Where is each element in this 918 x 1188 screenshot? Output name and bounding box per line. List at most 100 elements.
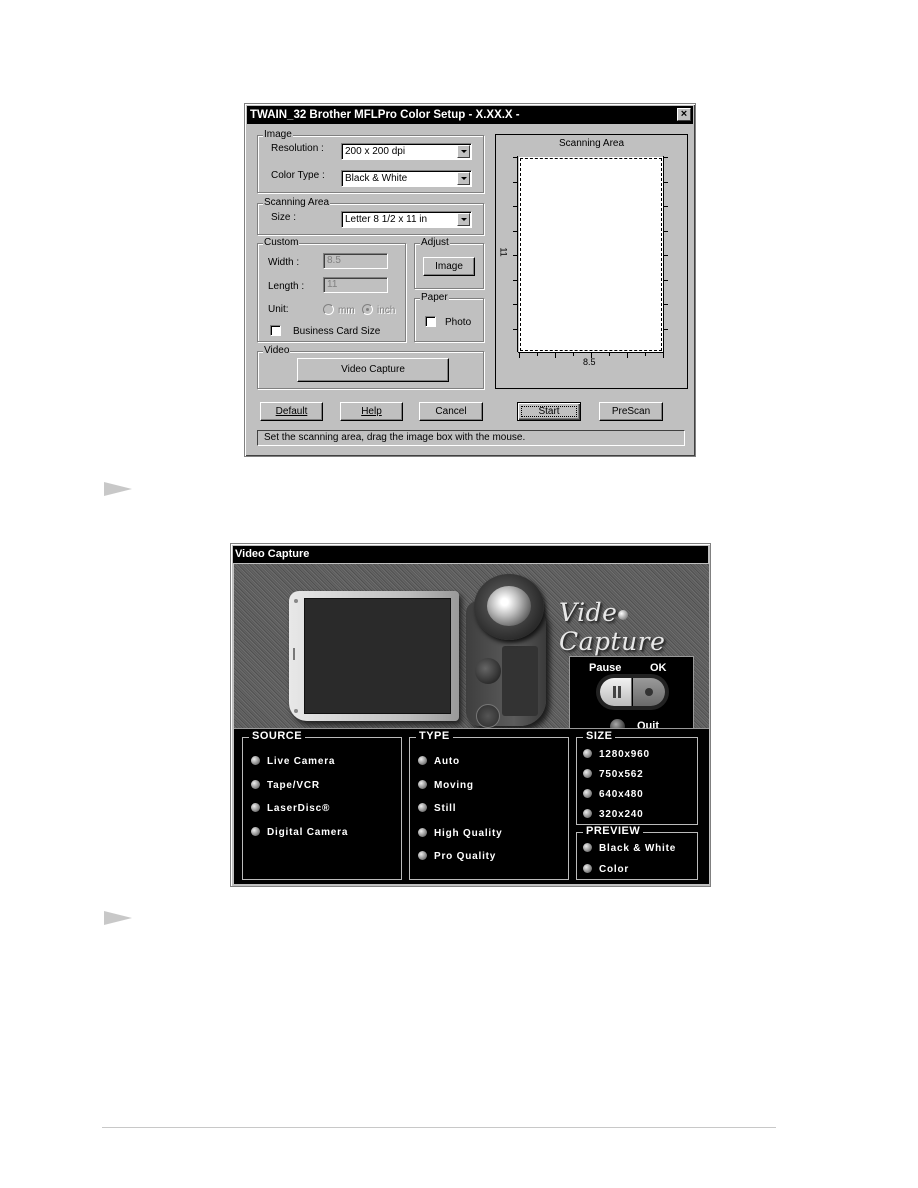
ruler-tick [645, 353, 646, 356]
adjust-group-label: Adjust [420, 237, 450, 249]
business-card-checkbox[interactable] [270, 325, 281, 336]
type-option-high-quality[interactable]: High Quality [418, 828, 503, 840]
source-option-digital-camera[interactable]: Digital Camera [251, 827, 348, 839]
vertical-ruler [513, 156, 518, 352]
photo-checkbox[interactable] [425, 316, 436, 327]
step-arrow-icon [104, 482, 132, 496]
source-option-laserdisc[interactable]: LaserDisc® [251, 803, 330, 815]
business-card-label: Business Card Size [293, 326, 381, 337]
adjust-image-button[interactable]: Image [423, 257, 475, 276]
radio-ball-icon [418, 780, 427, 789]
size-select[interactable]: Letter 8 1/2 x 11 in [341, 211, 472, 228]
close-button[interactable]: × [677, 108, 691, 121]
help-button[interactable]: Help [340, 402, 403, 421]
unit-inch-radio[interactable] [362, 304, 373, 315]
type-option-moving[interactable]: Moving [418, 780, 474, 792]
preview-option-color[interactable]: Color [583, 864, 629, 876]
size-option-640x480[interactable]: 640x480 [583, 789, 644, 801]
camera-panel: Vide Capture Pause OK Quit [234, 564, 709, 739]
width-readout: 8.5 [583, 357, 596, 367]
chevron-down-icon[interactable] [457, 213, 470, 226]
video-capture-titlebar[interactable]: Video Capture [233, 546, 708, 563]
chevron-down-icon[interactable] [457, 145, 470, 158]
custom-group: Custom Width : 8.5 Length : 11 Unit: mm … [257, 237, 406, 342]
photo-label: Photo [445, 317, 472, 328]
resolution-label: Resolution : [271, 143, 324, 154]
camcorder-dpad-icon [476, 704, 500, 728]
cancel-button[interactable]: Cancel [419, 402, 483, 421]
length-field[interactable]: 11 [323, 277, 388, 293]
dialog-titlebar[interactable]: TWAIN_32 Brother MFLPro Color Setup - X.… [247, 106, 693, 124]
logo-text-right: Capture [559, 627, 666, 656]
source-group: SOURCE Live Camera Tape/VCR LaserDisc® D… [242, 730, 402, 880]
option-label: Auto [434, 756, 460, 767]
source-group-label: SOURCE [249, 730, 306, 743]
default-button[interactable]: Default [260, 402, 323, 421]
size-option-320x240[interactable]: 320x240 [583, 809, 644, 821]
ruler-tick [664, 230, 668, 232]
source-option-tape-vcr[interactable]: Tape/VCR [251, 780, 320, 792]
radio-ball-icon [583, 843, 592, 852]
ruler-tick [537, 353, 538, 356]
ruler-tick [609, 353, 610, 356]
ruler-tick [513, 255, 517, 256]
scanning-area-group-label: Scanning Area [263, 197, 331, 209]
video-preview-screen [304, 598, 451, 714]
video-capture-logo: Vide Capture [559, 598, 709, 656]
option-label: Digital Camera [267, 827, 349, 838]
video-capture-button[interactable]: Video Capture [297, 358, 449, 382]
option-label: Live Camera [267, 756, 336, 767]
option-label: Pro Quality [434, 851, 497, 862]
width-field[interactable]: 8.5 [323, 253, 388, 269]
size-group: SIZE 1280x960 750x562 640x480 320x240 [576, 730, 698, 825]
type-option-pro-quality[interactable]: Pro Quality [418, 851, 496, 863]
ruler-tick [664, 304, 668, 305]
resolution-value: 200 x 200 dpi [345, 146, 406, 157]
chevron-down-icon[interactable] [457, 172, 470, 185]
pause-button[interactable] [600, 678, 632, 706]
radio-ball-icon [418, 851, 427, 860]
option-label: 640x480 [599, 789, 644, 800]
status-bar: Set the scanning area, drag the image bo… [257, 430, 685, 446]
source-option-live-camera[interactable]: Live Camera [251, 756, 335, 768]
close-icon: × [680, 108, 688, 120]
radio-ball-icon [583, 749, 592, 758]
option-label: 750x562 [599, 769, 644, 780]
start-button[interactable]: Start [517, 402, 581, 421]
step-arrow-icon [104, 911, 132, 925]
type-option-still[interactable]: Still [418, 803, 456, 815]
image-group-label: Image [263, 129, 293, 141]
option-label: Black & White [599, 843, 677, 854]
size-option-1280x960[interactable]: 1280x960 [583, 749, 650, 761]
preview-group: PREVIEW Black & White Color [576, 825, 698, 880]
camcorder-knob-icon [475, 658, 501, 684]
color-type-select[interactable]: Black & White [341, 170, 472, 187]
video-group: Video Video Capture [257, 345, 484, 389]
focus-rectangle [521, 406, 577, 417]
type-group: TYPE Auto Moving Still High Quality Pro … [409, 730, 569, 880]
ruler-tick [555, 353, 556, 358]
prescan-button[interactable]: PreScan [599, 402, 663, 421]
ok-button[interactable] [633, 678, 665, 706]
ruler-tick [664, 181, 668, 183]
scanning-area-preview[interactable]: Scanning Area 11 8.5 [495, 134, 688, 389]
size-label: Size : [271, 212, 297, 223]
unit-inch-label: inch [377, 305, 396, 316]
resolution-select[interactable]: 200 x 200 dpi [341, 143, 472, 160]
ruler-tick [664, 328, 668, 330]
option-label: Tape/VCR [267, 780, 320, 791]
size-option-750x562[interactable]: 750x562 [583, 769, 644, 781]
pause-ok-control [600, 678, 665, 706]
radio-ball-icon [251, 803, 260, 812]
size-group-label: SIZE [583, 730, 616, 743]
unit-mm-radio[interactable] [323, 304, 334, 315]
dialog-title: TWAIN_32 Brother MFLPro Color Setup - X.… [250, 109, 520, 121]
radio-ball-icon [251, 827, 260, 836]
type-option-auto[interactable]: Auto [418, 756, 460, 768]
preview-option-black-white[interactable]: Black & White [583, 843, 676, 855]
radio-ball-icon [418, 803, 427, 812]
camcorder-panel [502, 646, 538, 716]
ruler-tick [664, 279, 668, 281]
scan-image-box[interactable] [519, 157, 663, 352]
option-label: Color [599, 864, 630, 875]
